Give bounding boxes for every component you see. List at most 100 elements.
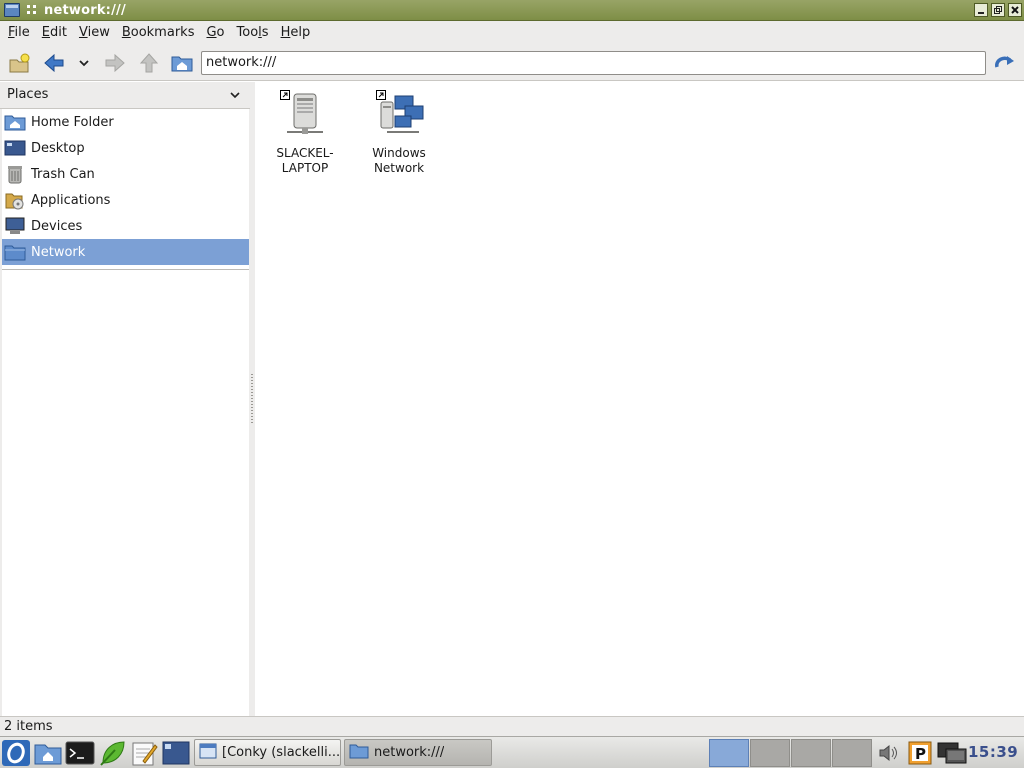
network-item-windows-network[interactable]: Windows Network xyxy=(349,88,449,176)
toolbar: network:/// xyxy=(0,44,1024,81)
menu-bar: File Edit View Bookmarks Go Tools Help xyxy=(0,21,1024,44)
clock: 15:39 xyxy=(968,743,1019,761)
menu-mnemonic: B xyxy=(121,24,131,40)
workspace-2[interactable] xyxy=(750,739,790,767)
status-bar: 2 items xyxy=(0,716,1024,736)
task-label: network:/// xyxy=(374,745,445,760)
menu-tools[interactable]: Tools xyxy=(231,22,275,44)
places-list: Home Folder Desktop Trash Can Applicatio… xyxy=(2,109,249,269)
menu-go[interactable]: Go xyxy=(200,22,230,44)
item-label: SLACKEL- LAPTOP xyxy=(255,146,355,176)
item-label-line: Network xyxy=(373,161,425,175)
menu-label: iew xyxy=(87,24,110,40)
item-label-line: SLACKEL- xyxy=(276,146,334,160)
sidebar-item-devices[interactable]: Devices xyxy=(2,213,249,239)
shortcut-arrow-icon xyxy=(376,90,386,100)
workspace-3[interactable] xyxy=(791,739,831,767)
desktop-icon xyxy=(4,138,26,158)
shortcut-arrow-icon xyxy=(280,90,290,100)
menu-label: ile xyxy=(14,24,30,40)
file-manager-icon[interactable] xyxy=(33,739,63,767)
show-desktop-icon[interactable] xyxy=(161,739,191,767)
workspace-4[interactable] xyxy=(832,739,872,767)
menu-label: o xyxy=(216,24,225,40)
sidebar-item-desktop[interactable]: Desktop xyxy=(2,135,249,161)
devices-icon xyxy=(4,216,26,236)
window-icon xyxy=(199,743,217,763)
trash-can-icon xyxy=(4,164,26,184)
menu-edit[interactable]: Edit xyxy=(36,22,73,44)
sidebar-item-applications[interactable]: Applications xyxy=(2,187,249,213)
network-item-slackel-laptop[interactable]: SLACKEL- LAPTOP xyxy=(255,88,355,176)
reload-icon[interactable] xyxy=(992,51,1016,75)
home-folder-icon[interactable] xyxy=(170,51,194,75)
item-label-line: Windows xyxy=(372,146,426,160)
file-view[interactable]: SLACKEL- LAPTOP Windows Network xyxy=(255,82,1005,716)
windows-network-icon xyxy=(371,88,427,144)
task-label: [Conky (slackelli... xyxy=(222,745,340,760)
volume-icon[interactable] xyxy=(876,739,902,767)
folder-icon xyxy=(349,743,369,763)
taskbar: [Conky (slackelli... network:/// P 15:39 xyxy=(0,736,1024,768)
status-text: 2 items xyxy=(4,719,53,734)
network-status-icon[interactable] xyxy=(936,739,968,767)
sidebar-item-label: Home Folder xyxy=(31,114,114,130)
grip-icon xyxy=(27,5,37,15)
menu-label: s xyxy=(261,24,269,40)
title-bar[interactable]: network:/// xyxy=(0,0,1024,21)
menu-label: elp xyxy=(290,24,311,40)
menu-label: Too xyxy=(236,24,259,40)
address-bar[interactable]: network:/// xyxy=(201,51,986,75)
sidebar-item-label: Trash Can xyxy=(31,166,95,182)
workspace-1[interactable] xyxy=(709,739,749,767)
address-text: network:/// xyxy=(206,55,277,70)
parking-icon[interactable]: P xyxy=(906,739,934,767)
up-arrow-icon[interactable] xyxy=(137,51,161,75)
forward-arrow-icon[interactable] xyxy=(103,51,127,75)
menu-mnemonic: G xyxy=(206,24,217,40)
sidebar-item-trash-can[interactable]: Trash Can xyxy=(2,161,249,187)
item-label-line: LAPTOP xyxy=(281,161,329,175)
sidebar-item-label: Applications xyxy=(31,192,111,208)
home-folder-icon xyxy=(4,112,26,132)
maximize-icon[interactable] xyxy=(991,3,1005,17)
server-icon xyxy=(277,88,333,144)
task-button-conky[interactable]: [Conky (slackelli... xyxy=(194,739,341,766)
window-menu-icon[interactable] xyxy=(4,3,20,17)
sidebar-empty-area xyxy=(2,269,249,716)
browser-icon[interactable] xyxy=(97,739,127,767)
item-label: Windows Network xyxy=(349,146,449,176)
close-icon[interactable] xyxy=(1008,3,1022,17)
minimize-icon[interactable] xyxy=(974,3,988,17)
task-button-network[interactable]: network:/// xyxy=(344,739,492,766)
new-folder-icon[interactable] xyxy=(8,51,32,75)
content-margin xyxy=(1005,82,1024,716)
applications-icon xyxy=(4,190,26,210)
sidebar: Places Home Folder Desktop Trash Can App… xyxy=(0,82,250,716)
menu-mnemonic: H xyxy=(280,24,291,40)
menu-file[interactable]: File xyxy=(2,22,36,44)
chevron-down-icon[interactable] xyxy=(228,88,242,102)
sidebar-item-label: Desktop xyxy=(31,140,85,156)
sidebar-item-network[interactable]: Network xyxy=(2,239,249,265)
sidebar-item-label: Network xyxy=(31,244,86,260)
places-selector[interactable]: Places xyxy=(0,82,250,109)
terminal-icon[interactable] xyxy=(65,739,95,767)
menu-mnemonic: E xyxy=(41,24,50,40)
back-arrow-icon[interactable] xyxy=(42,51,66,75)
menu-view[interactable]: View xyxy=(73,22,116,44)
window-title: network:/// xyxy=(44,2,126,18)
text-editor-icon[interactable] xyxy=(129,739,159,767)
menu-label: dit xyxy=(50,24,67,40)
history-dropdown-icon[interactable] xyxy=(72,51,96,75)
sidebar-item-home-folder[interactable]: Home Folder xyxy=(2,109,249,135)
network-folder-icon xyxy=(4,242,26,262)
svg-text:P: P xyxy=(915,745,926,763)
menu-label: ookmarks xyxy=(130,24,195,40)
start-menu-icon[interactable] xyxy=(1,739,31,767)
menu-mnemonic: V xyxy=(78,24,88,40)
places-header: Places xyxy=(7,87,49,102)
menu-help[interactable]: Help xyxy=(275,22,317,44)
menu-bookmarks[interactable]: Bookmarks xyxy=(116,22,201,44)
sidebar-item-label: Devices xyxy=(31,218,83,234)
